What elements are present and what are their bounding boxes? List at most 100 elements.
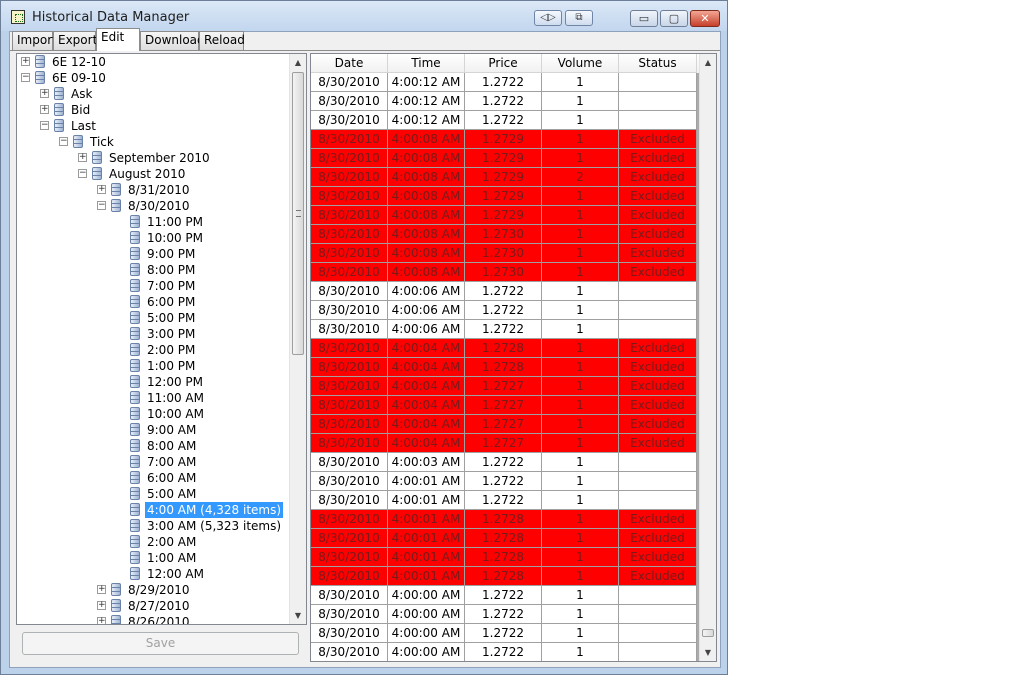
table-row[interactable]: 8/30/2010 4:00:12 AM 1.2722 1 [311, 92, 697, 111]
cell-date[interactable]: 8/30/2010 [311, 320, 388, 339]
expand-icon[interactable]: + [40, 89, 49, 98]
cell-date[interactable]: 8/30/2010 [311, 643, 388, 661]
cell-volume[interactable]: 1 [542, 111, 619, 130]
cell-status[interactable]: Excluded [619, 358, 697, 377]
save-button[interactable]: Save [22, 632, 299, 655]
cell-status[interactable]: Excluded [619, 168, 697, 187]
table-row[interactable]: 8/30/2010 4:00:06 AM 1.2722 1 [311, 282, 697, 301]
cell-price[interactable]: 1.2728 [465, 529, 542, 548]
cell-status[interactable] [619, 605, 697, 624]
expand-icon[interactable]: + [97, 601, 106, 610]
cell-time[interactable]: 4:00:08 AM [388, 244, 465, 263]
cell-date[interactable]: 8/30/2010 [311, 453, 388, 472]
cell-price[interactable]: 1.2727 [465, 396, 542, 415]
tick-data-grid[interactable]: Date Time Price Volume Status ▲ ▼ 8/30/2010 4… [310, 53, 717, 662]
collapse-icon[interactable]: − [59, 137, 68, 146]
column-header-time[interactable]: Time [388, 54, 465, 73]
cell-price[interactable]: 1.2722 [465, 586, 542, 605]
tree-node[interactable]: 5:00 PM [17, 310, 289, 326]
tree-node[interactable]: − Last [17, 118, 289, 134]
cell-volume[interactable]: 1 [542, 73, 619, 92]
cell-status[interactable]: Excluded [619, 415, 697, 434]
cell-date[interactable]: 8/30/2010 [311, 586, 388, 605]
cell-time[interactable]: 4:00:04 AM [388, 358, 465, 377]
cell-status[interactable]: Excluded [619, 548, 697, 567]
cell-price[interactable]: 1.2722 [465, 282, 542, 301]
cell-volume[interactable]: 1 [542, 529, 619, 548]
cell-status[interactable]: Excluded [619, 396, 697, 415]
cell-price[interactable]: 1.2730 [465, 244, 542, 263]
scroll-down-arrow-icon[interactable]: ▼ [290, 607, 306, 624]
cell-status[interactable]: Excluded [619, 434, 697, 453]
grid-scroll-thumb[interactable] [702, 629, 714, 637]
tree-node[interactable]: 9:00 PM [17, 246, 289, 262]
table-row[interactable]: 8/30/2010 4:00:08 AM 1.2729 1 Excluded [311, 149, 697, 168]
cell-time[interactable]: 4:00:12 AM [388, 111, 465, 130]
cell-volume[interactable]: 1 [542, 567, 619, 586]
cell-date[interactable]: 8/30/2010 [311, 225, 388, 244]
cell-date[interactable]: 8/30/2010 [311, 529, 388, 548]
cell-status[interactable] [619, 643, 697, 661]
cell-date[interactable]: 8/30/2010 [311, 130, 388, 149]
cell-status[interactable] [619, 491, 697, 510]
close-button[interactable]: ✕ [690, 10, 720, 27]
cell-time[interactable]: 4:00:06 AM [388, 282, 465, 301]
tree-node[interactable]: 8:00 AM [17, 438, 289, 454]
table-row[interactable]: 8/30/2010 4:00:01 AM 1.2728 1 Excluded [311, 548, 697, 567]
cell-price[interactable]: 1.2722 [465, 491, 542, 510]
cell-price[interactable]: 1.2729 [465, 149, 542, 168]
table-row[interactable]: 8/30/2010 4:00:01 AM 1.2728 1 Excluded [311, 510, 697, 529]
scroll-up-arrow-icon[interactable]: ▲ [700, 54, 716, 71]
cell-date[interactable]: 8/30/2010 [311, 244, 388, 263]
maximize-button[interactable]: ▢ [660, 10, 688, 27]
table-row[interactable]: 8/30/2010 4:00:03 AM 1.2722 1 [311, 453, 697, 472]
cell-volume[interactable]: 1 [542, 92, 619, 111]
cell-time[interactable]: 4:00:12 AM [388, 73, 465, 92]
tree-node[interactable]: 7:00 PM [17, 278, 289, 294]
cell-volume[interactable]: 1 [542, 320, 619, 339]
tree-node[interactable]: − August 2010 [17, 166, 289, 182]
tree-node[interactable]: 3:00 PM [17, 326, 289, 342]
cell-volume[interactable]: 1 [542, 206, 619, 225]
cell-date[interactable]: 8/30/2010 [311, 339, 388, 358]
cell-status[interactable]: Excluded [619, 377, 697, 396]
cell-date[interactable]: 8/30/2010 [311, 206, 388, 225]
cell-price[interactable]: 1.2727 [465, 377, 542, 396]
tree-node[interactable]: 10:00 AM [17, 406, 289, 422]
cell-price[interactable]: 1.2728 [465, 548, 542, 567]
cell-status[interactable] [619, 624, 697, 643]
tree-node[interactable]: 2:00 PM [17, 342, 289, 358]
cell-price[interactable]: 1.2722 [465, 73, 542, 92]
tree-node[interactable]: 5:00 AM [17, 486, 289, 502]
cell-status[interactable] [619, 282, 697, 301]
cell-price[interactable]: 1.2730 [465, 263, 542, 282]
cell-time[interactable]: 4:00:12 AM [388, 92, 465, 111]
window-mode-button[interactable]: ⧉ [565, 10, 593, 26]
cell-status[interactable]: Excluded [619, 244, 697, 263]
cell-volume[interactable]: 1 [542, 130, 619, 149]
table-row[interactable]: 8/30/2010 4:00:04 AM 1.2727 1 Excluded [311, 415, 697, 434]
cell-status[interactable] [619, 320, 697, 339]
tree-node[interactable]: + Bid [17, 102, 289, 118]
cell-price[interactable]: 1.2729 [465, 130, 542, 149]
tree-node[interactable]: 8:00 PM [17, 262, 289, 278]
cell-time[interactable]: 4:00:04 AM [388, 396, 465, 415]
cell-volume[interactable]: 1 [542, 624, 619, 643]
expand-icon[interactable]: + [21, 57, 30, 66]
table-row[interactable]: 8/30/2010 4:00:08 AM 1.2729 1 Excluded [311, 130, 697, 149]
cell-time[interactable]: 4:00:04 AM [388, 415, 465, 434]
cell-price[interactable]: 1.2727 [465, 415, 542, 434]
cell-time[interactable]: 4:00:04 AM [388, 434, 465, 453]
cell-date[interactable]: 8/30/2010 [311, 567, 388, 586]
cell-price[interactable]: 1.2728 [465, 510, 542, 529]
cell-time[interactable]: 4:00:08 AM [388, 130, 465, 149]
cell-date[interactable]: 8/30/2010 [311, 510, 388, 529]
cell-volume[interactable]: 1 [542, 434, 619, 453]
cell-time[interactable]: 4:00:00 AM [388, 643, 465, 661]
cell-price[interactable]: 1.2722 [465, 605, 542, 624]
cell-volume[interactable]: 1 [542, 263, 619, 282]
cell-volume[interactable]: 1 [542, 586, 619, 605]
cell-status[interactable]: Excluded [619, 149, 697, 168]
cell-status[interactable]: Excluded [619, 263, 697, 282]
cell-date[interactable]: 8/30/2010 [311, 73, 388, 92]
